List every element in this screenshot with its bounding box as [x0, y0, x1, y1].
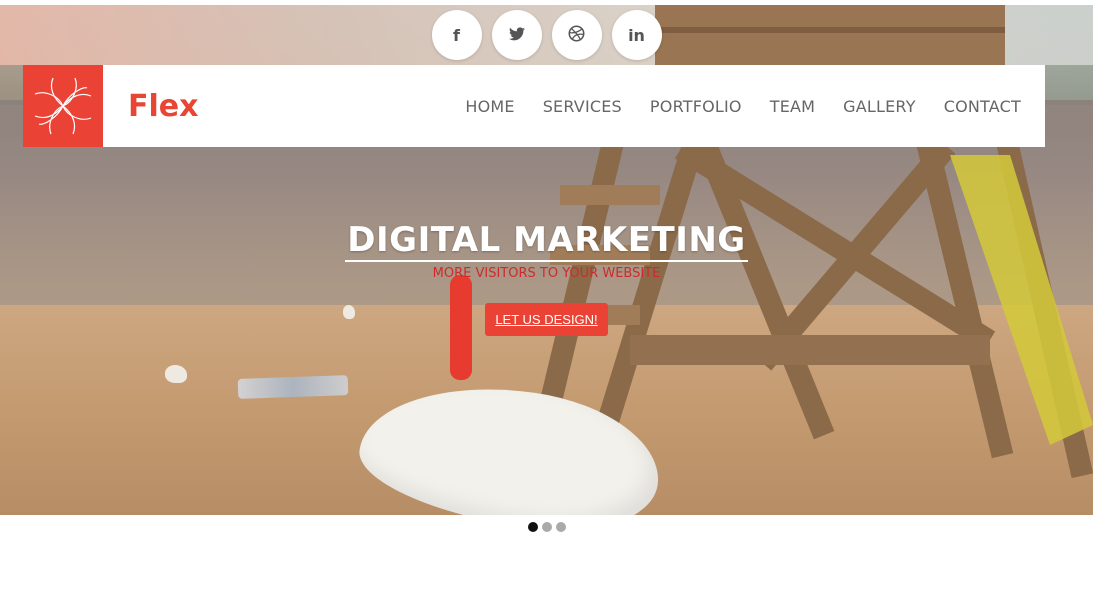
social-links: f in	[0, 10, 1093, 60]
hero-subtitle: MORE VISITORS TO YOUR WEBSITE	[432, 266, 661, 281]
dribbble-icon	[568, 25, 585, 46]
brand-name[interactable]: Flex	[128, 89, 198, 124]
hero-caption: DIGITAL MARKETING MORE VISITORS TO YOUR …	[0, 220, 1093, 336]
nav-contact[interactable]: CONTACT	[944, 97, 1021, 116]
let-us-design-button[interactable]: LET US DESIGN!	[485, 303, 608, 336]
nav-team[interactable]: TEAM	[770, 97, 815, 116]
nav-home[interactable]: HOME	[465, 97, 514, 116]
facebook-button[interactable]: f	[431, 10, 482, 60]
twitter-button[interactable]	[491, 10, 542, 60]
twitter-icon	[508, 26, 525, 45]
hero-title: DIGITAL MARKETING	[345, 220, 748, 262]
nav-portfolio[interactable]: PORTFOLIO	[650, 97, 742, 116]
linkedin-button[interactable]: in	[611, 10, 662, 60]
slider-pagination	[0, 522, 1093, 532]
logo[interactable]	[23, 65, 103, 147]
main-navbar: Flex HOME SERVICES PORTFOLIO TEAM GALLER…	[23, 65, 1045, 147]
nav-services[interactable]: SERVICES	[543, 97, 622, 116]
linkedin-icon: in	[628, 25, 645, 45]
logo-pinwheel-icon	[34, 77, 92, 135]
facebook-icon: f	[453, 25, 460, 45]
seagull-image	[165, 365, 187, 383]
slider-dot-3[interactable]	[555, 522, 566, 532]
slider-dot-2[interactable]	[541, 522, 552, 532]
beach-towel	[237, 375, 349, 399]
dribbble-button[interactable]	[551, 10, 602, 60]
nav-gallery[interactable]: GALLERY	[843, 97, 916, 116]
slider-dot-1[interactable]	[527, 522, 538, 532]
main-menu: HOME SERVICES PORTFOLIO TEAM GALLERY CON…	[465, 97, 1045, 116]
